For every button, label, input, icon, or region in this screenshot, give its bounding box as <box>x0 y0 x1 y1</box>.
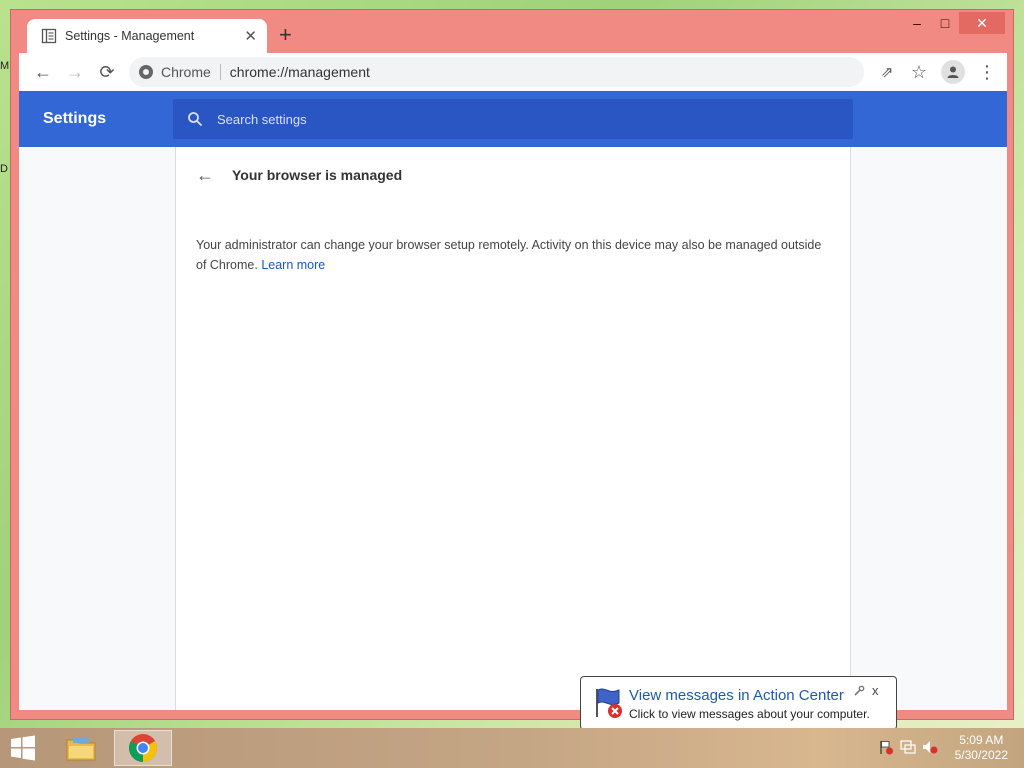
action-center-notification[interactable]: View messages in Action Center Click to … <box>580 676 897 730</box>
address-bar[interactable]: Chrome chrome://management <box>129 57 864 87</box>
management-description: Your administrator can change your brows… <box>196 235 826 275</box>
chrome-taskbar-button[interactable] <box>114 730 172 766</box>
start-button[interactable] <box>8 734 38 762</box>
page-title: Your browser is managed <box>232 167 403 183</box>
minimize-button[interactable]: – <box>903 12 931 34</box>
new-tab-button[interactable]: + <box>279 24 292 46</box>
search-icon <box>188 112 203 127</box>
settings-content: ← Your browser is managed Your administr… <box>19 147 1007 710</box>
search-placeholder: Search settings <box>217 111 307 127</box>
notification-title[interactable]: View messages in Action Center <box>629 687 844 704</box>
folder-icon <box>66 738 96 761</box>
close-window-button[interactable]: ✕ <box>959 12 1005 34</box>
tab-settings-management[interactable]: Settings - Management ✕ <box>27 19 267 53</box>
clock-time: 5:09 AM <box>959 733 1004 747</box>
tab-title: Settings - Management <box>65 29 195 43</box>
file-explorer-taskbar-button[interactable] <box>52 730 110 766</box>
action-center-flag-icon[interactable] <box>878 739 894 755</box>
tab-close-icon[interactable]: ✕ <box>244 27 257 45</box>
site-label: Chrome <box>161 64 211 80</box>
settings-header: Settings Search settings <box>19 91 1007 147</box>
share-icon[interactable]: ⇗ <box>871 56 903 88</box>
person-icon <box>947 66 959 78</box>
profile-avatar[interactable] <box>941 60 965 84</box>
windows-logo-icon <box>11 735 35 761</box>
taskbar: 5:09 AM 5/30/2022 <box>0 728 1024 768</box>
settings-title: Settings <box>43 110 107 127</box>
search-settings-input[interactable]: Search settings <box>173 99 853 139</box>
notification-text: Click to view messages about your comput… <box>629 707 870 721</box>
action-center-flag-icon <box>596 688 622 718</box>
wrench-icon[interactable] <box>853 685 865 697</box>
forward-icon[interactable]: → <box>59 56 91 88</box>
page-icon <box>41 28 57 44</box>
management-card: ← Your browser is managed Your administr… <box>175 147 851 710</box>
network-icon[interactable] <box>900 739 916 755</box>
url-text[interactable]: chrome://management <box>230 64 370 80</box>
back-icon[interactable]: ← <box>27 56 59 88</box>
system-clock[interactable]: 5:09 AM 5/30/2022 <box>955 733 1008 763</box>
reload-icon[interactable]: ⟳ <box>91 56 123 88</box>
bookmark-star-icon[interactable]: ☆ <box>903 56 935 88</box>
chrome-icon <box>129 734 157 762</box>
desktop-icon-label-fragment: M <box>0 60 10 72</box>
notification-close-icon[interactable]: x <box>872 683 879 698</box>
maximize-button[interactable]: □ <box>931 12 959 34</box>
desktop-icon-label-fragment: D <box>0 163 8 175</box>
clock-date: 5/30/2022 <box>954 748 1008 762</box>
window-controls: – □ ✕ <box>903 12 1005 34</box>
back-arrow-icon[interactable]: ← <box>196 165 214 186</box>
chrome-site-icon[interactable] <box>139 65 153 79</box>
omnibox-divider <box>219 64 221 80</box>
browser-window: – □ ✕ Settings - Management ✕ + ← → ⟳ Ch… <box>10 9 1014 720</box>
system-tray <box>878 739 938 755</box>
menu-icon[interactable]: ⋮ <box>971 56 1003 88</box>
learn-more-link[interactable]: Learn more <box>261 258 325 272</box>
volume-muted-icon[interactable] <box>922 739 938 755</box>
browser-toolbar: ← → ⟳ Chrome chrome://management ⇗ ☆ ⋮ <box>19 53 1007 91</box>
